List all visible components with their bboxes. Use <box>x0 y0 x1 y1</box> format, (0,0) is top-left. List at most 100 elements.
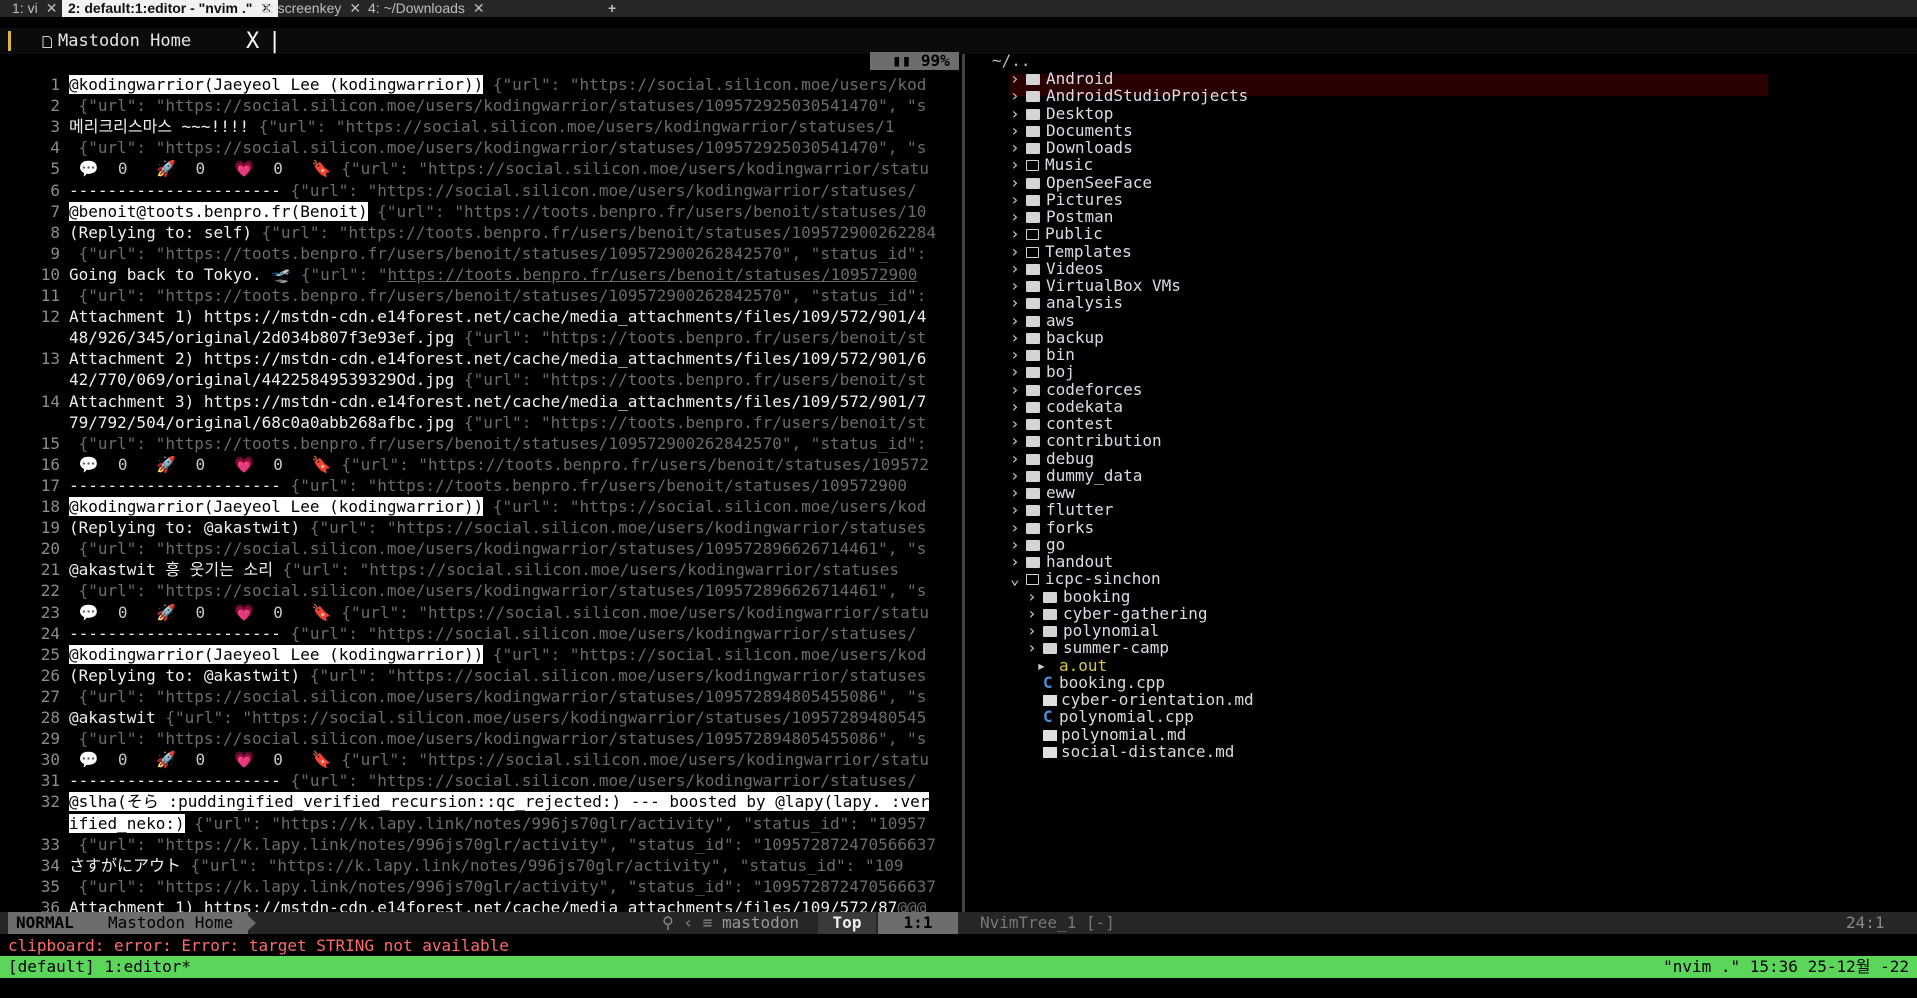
editor-line[interactable]: 11 {"url": "https://toots.benpro.fr/user… <box>0 285 960 306</box>
line-number: 3 <box>50 117 60 137</box>
editor-line[interactable]: 12 Attachment 1) https://mstdn-cdn.e14for… <box>0 306 960 327</box>
editor-line[interactable]: 13 Attachment 2) https://mstdn-cdn.e14for… <box>0 348 960 369</box>
folder-icon <box>1026 401 1040 413</box>
folder-icon <box>1026 263 1040 275</box>
terminal-tab[interactable]: 3: screenkey ✕ <box>256 0 367 17</box>
editor-pane[interactable]: 1 @kodingwarrior(Jaeyeol Lee (kodingwarri… <box>0 74 960 912</box>
close-icon[interactable]: ✕ <box>349 0 361 16</box>
file-tree[interactable]: › Android › AndroidStudioProjects › Desktop › D… <box>966 52 1917 912</box>
line-number: 29 <box>40 729 60 749</box>
editor-line[interactable]: 16 💬 0 🚀 0 💗 0 🔖 {"url": "https://toots.… <box>0 454 960 475</box>
line-text: {"url": "https://toots.benpro.fr/users/b… <box>69 285 927 306</box>
editor-line[interactable]: 48/926/345/original/2d034b807f3e93ef.jpg… <box>0 327 960 348</box>
editor-line[interactable]: 33 {"url": "https://k.lapy.link/notes/99… <box>0 834 960 855</box>
toot-text: Attachment 2) https://mstdn-cdn.e14fores… <box>69 349 927 369</box>
editor-line[interactable]: 9 {"url": "https://toots.benpro.fr/users… <box>0 243 960 264</box>
json-virtual-text: {"url": "https://toots.benpro.fr/users/b… <box>261 222 936 242</box>
editor-line[interactable]: 4 {"url": "https://social.silicon.moe/us… <box>0 137 960 158</box>
git-branch: mastodon <box>722 913 800 932</box>
toot-text: さすがにアウト <box>69 855 191 875</box>
line-number: 5 <box>50 159 60 179</box>
editor-line[interactable]: 20 {"url": "https://social.silicon.moe/u… <box>0 538 960 559</box>
editor-line[interactable]: 29 {"url": "https://social.silicon.moe/u… <box>0 728 960 749</box>
folder-icon <box>1026 194 1040 206</box>
close-icon[interactable]: ✕ <box>46 0 58 16</box>
folder-icon <box>1026 557 1040 568</box>
editor-line[interactable]: 36 Attachment 1) https://mstdn-cdn.e14for… <box>0 897 960 912</box>
editor-line[interactable]: 1 @kodingwarrior(Jaeyeol Lee (kodingwarri… <box>0 74 960 95</box>
folder-icon <box>1026 91 1040 103</box>
folder-open-icon <box>1026 229 1039 241</box>
file-icon <box>42 36 52 48</box>
editor-line[interactable]: 17 ---------------------- {"url": "https:… <box>0 475 960 496</box>
author-label: ified_neko:) <box>69 813 185 833</box>
folder-icon <box>1026 488 1040 499</box>
editor-line[interactable]: 28 @akastwit {"url": "https://social.sili… <box>0 707 960 728</box>
tab-label: 3: screenkey <box>262 0 342 16</box>
buffer-title[interactable]: Mastodon Home <box>58 31 191 51</box>
line-text: 💬 0 🚀 0 💗 0 🔖 {"url": "https://social.si… <box>69 158 929 179</box>
terminal-tab[interactable]: 4: ~/Downloads ✕ <box>362 0 491 17</box>
json-virtual-text: {"url": "https://social.silicon.moe/user… <box>483 644 927 664</box>
editor-line[interactable]: 5 💬 0 🚀 0 💗 0 🔖 {"url": "https://social.… <box>0 158 960 179</box>
folder-icon <box>1026 332 1040 344</box>
json-virtual-text: {"url": "https://toots.benpro.fr/users/b… <box>463 412 927 432</box>
editor-line[interactable]: 8 (Replying to: self) {"url": "https://to… <box>0 222 960 243</box>
terminal-tab[interactable]: 1: vi ✕ <box>6 0 63 17</box>
json-virtual-text: {"url": " <box>300 264 388 284</box>
json-virtual-text: {"url": "https://social.silicon.moe/user… <box>483 75 927 94</box>
tree-buffer-name: NvimTree_1 [-] <box>980 913 1115 932</box>
editor-line[interactable]: 31 ---------------------- {"url": "https:… <box>0 770 960 791</box>
toot-text: ---------------------- <box>69 475 291 495</box>
editor-line[interactable]: 30 💬 0 🚀 0 💗 0 🔖 {"url": "https://social… <box>0 749 960 770</box>
close-buffer-button[interactable]: X <box>246 29 259 54</box>
editor-line[interactable]: 10 Going back to Tokyo. 🛫 {"url": "https:… <box>0 264 960 285</box>
editor-line[interactable]: 7 @benoit@toots.benpro.fr(Benoit) {"url":… <box>0 201 960 222</box>
editor-line[interactable]: 15 {"url": "https://toots.benpro.fr/user… <box>0 433 960 454</box>
editor-line[interactable]: 32 @slha(そら :puddingified_verified_recurs… <box>0 791 960 812</box>
editor-line[interactable]: 23 💬 0 🚀 0 💗 0 🔖 {"url": "https://social… <box>0 602 960 623</box>
line-number: 34 <box>40 855 60 875</box>
editor-line[interactable]: 24 ---------------------- {"url": "https:… <box>0 623 960 644</box>
cursor-position: 1:1 <box>878 912 958 934</box>
line-text: @akastwit {"url": "https://social.silico… <box>69 707 926 728</box>
author-label: @kodingwarrior(Jaeyeol Lee (kodingwarrio… <box>69 75 484 94</box>
editor-line[interactable]: 14 Attachment 3) https://mstdn-cdn.e14for… <box>0 391 960 412</box>
editor-line[interactable]: 3 메리크리스마스 ~~~!!!! {"url": "https://social… <box>0 116 960 137</box>
tree-item[interactable]: social-distance.md <box>1027 741 1234 762</box>
toot-text: 48/926/345/original/2d034b807f3e93ef.jpg <box>69 328 464 348</box>
editor-line[interactable]: 34 さすがにアウト {"url": "https://k.lapy.link/n… <box>0 855 960 876</box>
line-number: 8 <box>50 222 60 242</box>
buffer-line: Mastodon Home X | <box>0 28 1917 54</box>
line-number: 14 <box>40 391 60 411</box>
tab-label: 2: default:1:editor - "nvim ." <box>68 0 253 16</box>
editor-line[interactable]: 22 {"url": "https://social.silicon.moe/u… <box>0 580 960 601</box>
editor-line[interactable]: ified_neko:) {"url": "https://k.lapy.lin… <box>0 813 960 834</box>
line-text: {"url": "https://toots.benpro.fr/users/b… <box>69 433 927 454</box>
line-number: 11 <box>40 286 60 305</box>
new-tab-button[interactable]: + <box>602 0 622 17</box>
editor-line[interactable]: 27 {"url": "https://social.silicon.moe/u… <box>0 686 960 707</box>
editor-line[interactable]: 25 @kodingwarrior(Jaeyeol Lee (kodingwarr… <box>0 644 960 665</box>
editor-line[interactable]: 26 (Replying to: @akastwit) {"url": "http… <box>0 665 960 686</box>
toot-text: 0 🔖 <box>254 159 342 179</box>
close-icon[interactable]: ✕ <box>473 0 485 16</box>
editor-line[interactable]: 19 (Replying to: @akastwit) {"url": "http… <box>0 517 960 538</box>
editor-line[interactable]: 21 @akastwit 흥 웃기는 소리 {"url": "https://so… <box>0 559 960 580</box>
toot-text: Going back to Tokyo. 🛫 <box>69 264 301 284</box>
editor-line[interactable]: 42/770/069/original/44225849539329Od.jpg… <box>0 369 960 390</box>
editor-line[interactable]: 6 ---------------------- {"url": "https:/… <box>0 180 960 201</box>
line-number: 23 <box>40 602 60 622</box>
line-text: @akastwit 흥 웃기는 소리 {"url": "https://soci… <box>69 559 899 580</box>
toot-text: 0 🔖 <box>254 750 342 770</box>
statusline-filename: Mastodon Home <box>104 912 248 934</box>
editor-line[interactable]: 79/792/504/original/68c0a0abb268afbc.jpg… <box>0 412 960 433</box>
editor-line[interactable]: 35 {"url": "https://k.lapy.link/notes/99… <box>0 876 960 897</box>
line-number: 4 <box>50 138 60 158</box>
line-text: ---------------------- {"url": "https://… <box>69 770 917 791</box>
terminal-tab-active[interactable]: 2: default:1:editor - "nvim ." ✕ <box>62 0 279 17</box>
line-text: (Replying to: self) {"url": "https://too… <box>69 222 936 243</box>
editor-line[interactable]: 18 @kodingwarrior(Jaeyeol Lee (kodingwarr… <box>0 496 960 517</box>
editor-line[interactable]: 2 {"url": "https://social.silicon.moe/us… <box>0 95 960 116</box>
command-line-message: clipboard: error: Error: target STRING n… <box>8 936 509 955</box>
